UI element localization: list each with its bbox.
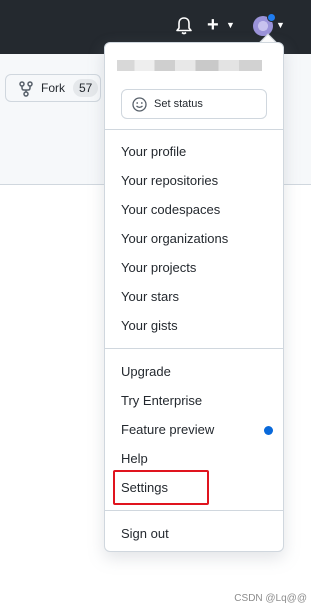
menu-item-your-projects[interactable]: Your projects (105, 255, 283, 281)
menu-item-your-organizations[interactable]: Your organizations (105, 226, 283, 252)
feature-preview-dot (264, 426, 273, 435)
menu-item-your-repositories[interactable]: Your repositories (105, 168, 283, 194)
menu-divider (105, 348, 283, 349)
notification-dot (267, 13, 276, 22)
fork-icon (19, 81, 33, 97)
caret-down-icon[interactable]: ▼ (276, 20, 285, 30)
username-redacted (117, 60, 262, 71)
caret-down-icon[interactable]: ▼ (226, 20, 235, 30)
fork-count-badge: 57 (73, 79, 99, 97)
smiley-icon (132, 97, 147, 112)
plus-icon[interactable]: + (207, 14, 219, 36)
menu-item-your-gists[interactable]: Your gists (105, 313, 283, 339)
menu-item-your-profile[interactable]: Your profile (105, 139, 283, 165)
fork-button[interactable]: Fork 57 (5, 74, 101, 102)
menu-item-your-stars[interactable]: Your stars (105, 284, 283, 310)
fork-label: Fork (41, 81, 65, 95)
set-status-button[interactable]: Set status (121, 89, 267, 119)
bell-icon[interactable] (175, 16, 193, 36)
set-status-label: Set status (154, 98, 203, 110)
menu-divider (105, 129, 283, 130)
settings-highlight-box (113, 470, 209, 505)
menu-item-upgrade[interactable]: Upgrade (105, 359, 283, 385)
menu-item-your-codespaces[interactable]: Your codespaces (105, 197, 283, 223)
watermark: CSDN @Lq@@ (234, 593, 307, 604)
menu-item-sign-out[interactable]: Sign out (105, 521, 283, 547)
menu-item-help[interactable]: Help (105, 446, 283, 472)
menu-item-feature-preview[interactable]: Feature preview (105, 417, 283, 443)
menu-divider (105, 510, 283, 511)
menu-item-try-enterprise[interactable]: Try Enterprise (105, 388, 283, 414)
